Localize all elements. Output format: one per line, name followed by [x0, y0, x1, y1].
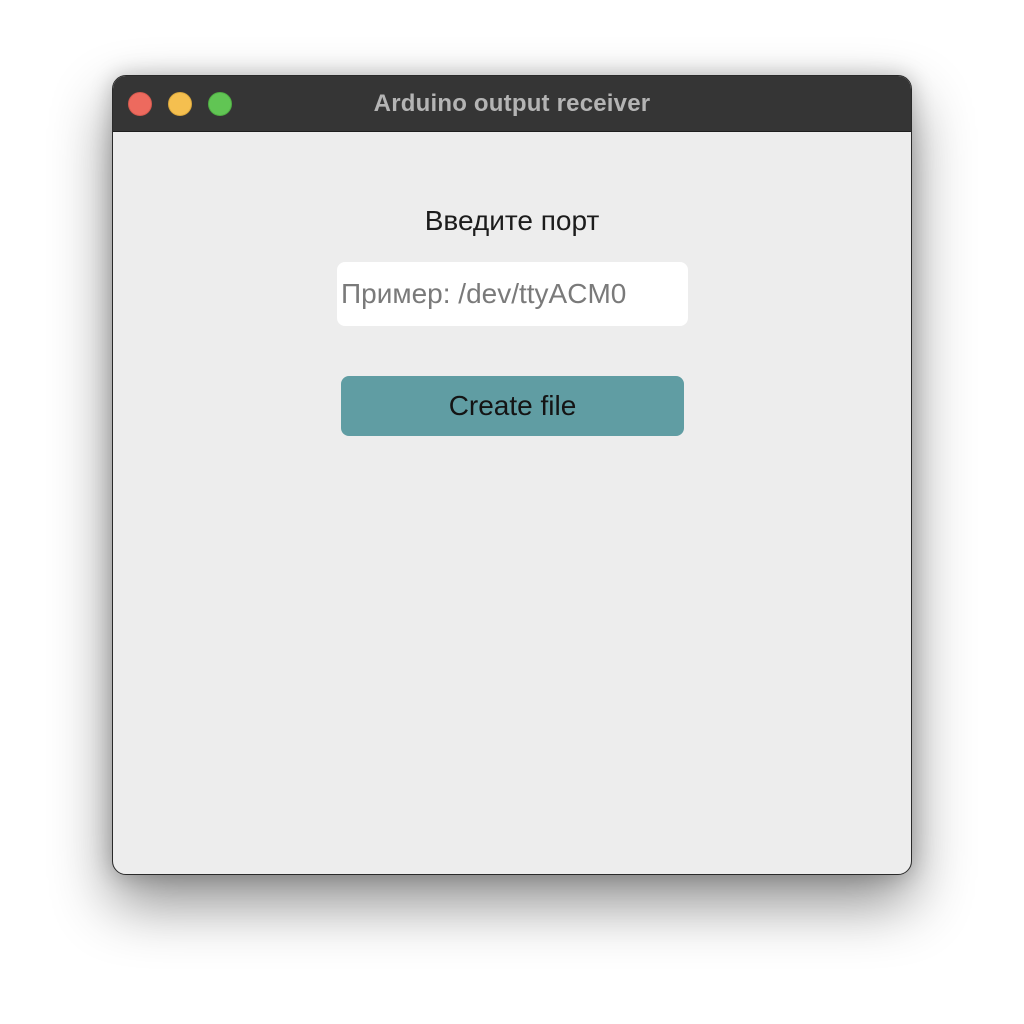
title-bar[interactable]: Arduino output receiver	[113, 76, 911, 132]
window-title: Arduino output receiver	[373, 90, 651, 117]
main-content: Введите порт Create file	[113, 132, 911, 874]
port-label: Введите порт	[424, 205, 600, 236]
port-input[interactable]	[337, 262, 688, 326]
create-file-button[interactable]: Create file	[341, 376, 684, 436]
app-window: Arduino output receiver Введите порт Cre…	[112, 75, 912, 875]
